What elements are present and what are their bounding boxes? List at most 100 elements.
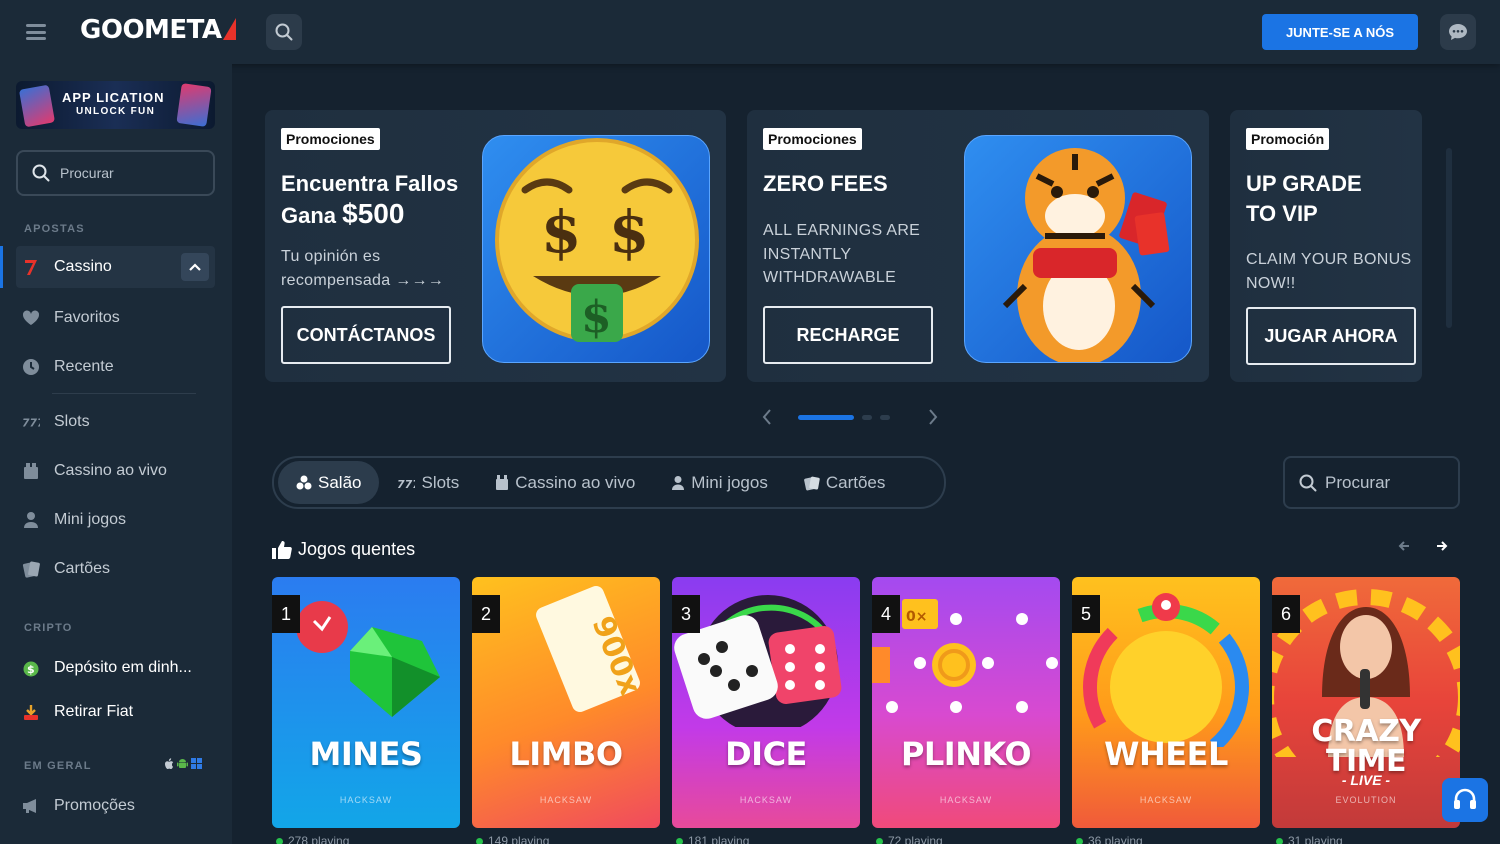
section-label-bets: APOSTAS bbox=[24, 223, 85, 235]
promo-title: Encuentra Fallos bbox=[281, 171, 459, 196]
game-card-crazy-time[interactable]: 6 CRAZY TIME - LIVE - EVOLUTION bbox=[1272, 577, 1460, 828]
arrow-right-icon[interactable] bbox=[1436, 540, 1448, 552]
game-rank: 3 bbox=[672, 595, 700, 633]
chat-button[interactable] bbox=[1440, 14, 1476, 50]
dice-icon bbox=[674, 595, 842, 727]
search-icon bbox=[275, 23, 293, 41]
apple-icon bbox=[165, 758, 174, 769]
sidebar-item-recent[interactable]: Recente bbox=[16, 346, 215, 388]
person-icon bbox=[672, 475, 685, 490]
sidebar-item-mini-games[interactable]: Mini jogos bbox=[16, 499, 215, 541]
carousel-dot[interactable] bbox=[880, 415, 890, 420]
live-casino-icon bbox=[496, 474, 509, 490]
game-card-plinko[interactable]: 0× 4 PLINKO HACKSAW bbox=[872, 577, 1060, 828]
tab-mini-games[interactable]: Mini jogos bbox=[653, 461, 786, 504]
carousel-dot[interactable] bbox=[798, 415, 854, 420]
game-card-dice[interactable]: 3 DICE HACKSAW bbox=[672, 577, 860, 828]
game-rank: 4 bbox=[872, 595, 900, 633]
cards-icon bbox=[22, 560, 40, 578]
sidebar: APP LICATION UNLOCK FUN Procurar APOSTAS… bbox=[0, 64, 232, 844]
cards-icon bbox=[803, 476, 820, 490]
svg-text:777: 777 bbox=[397, 478, 415, 489]
game-card-wheel[interactable]: 5 WHEEL HACKSAW bbox=[1072, 577, 1260, 828]
carousel-prev-arrow[interactable] bbox=[762, 408, 772, 431]
game-card-mines[interactable]: 1 MINES HACKSAW bbox=[272, 577, 460, 828]
carousel-next-arrow[interactable] bbox=[928, 408, 938, 431]
chevron-left-icon bbox=[762, 409, 771, 425]
menu-icon[interactable] bbox=[26, 24, 46, 40]
chevron-right-icon bbox=[929, 409, 938, 425]
svg-text:$: $ bbox=[27, 663, 35, 676]
playing-count: 36 playing bbox=[1076, 834, 1143, 844]
play-now-button[interactable]: JUGAR AHORA bbox=[1246, 307, 1416, 365]
sidebar-search-input[interactable]: Procurar bbox=[16, 150, 215, 196]
online-dot bbox=[1276, 837, 1283, 844]
online-dot bbox=[876, 837, 883, 844]
game-title: CRAZY TIME bbox=[1311, 714, 1421, 779]
promo-title: ZERO FEES bbox=[763, 171, 888, 196]
plinko-board-icon: 0× bbox=[872, 599, 1058, 713]
promo-subtitle: ALL EARNINGS ARE bbox=[763, 222, 921, 239]
support-button[interactable] bbox=[1442, 778, 1488, 822]
money-bag-icon: $ bbox=[22, 659, 40, 677]
collapse-button[interactable] bbox=[181, 253, 209, 281]
arrow-left-icon[interactable] bbox=[1398, 540, 1410, 552]
app-banner-title: APP LICATION bbox=[62, 90, 165, 105]
game-rank: 2 bbox=[472, 595, 500, 633]
sidebar-item-cards[interactable]: Cartões bbox=[16, 548, 215, 590]
game-provider: HACKSAW bbox=[539, 795, 593, 805]
sidebar-item-withdraw[interactable]: Retirar Fiat bbox=[16, 691, 215, 733]
tab-slots[interactable]: 777 Slots bbox=[379, 461, 477, 504]
slots-icon: 777 bbox=[22, 413, 40, 431]
recharge-button[interactable]: RECHARGE bbox=[763, 306, 933, 364]
promo-card[interactable]: Promociones ZERO FEES ALL EARNINGS ARE I… bbox=[747, 110, 1209, 382]
app-download-banner[interactable]: APP LICATION UNLOCK FUN bbox=[16, 81, 215, 129]
chevron-up-icon bbox=[189, 263, 201, 271]
promo-subtitle: NOW!! bbox=[1246, 275, 1296, 292]
game-title: MINES bbox=[309, 735, 423, 773]
promo-title-amount: Gana $500 bbox=[281, 198, 405, 229]
carousel-dot[interactable] bbox=[862, 415, 872, 420]
section-label-general: EM GERAL bbox=[24, 760, 92, 772]
join-button[interactable]: JUNTE-SE A NÓS bbox=[1262, 14, 1418, 50]
windows-icon bbox=[191, 758, 202, 769]
game-title: PLINKO bbox=[900, 735, 1032, 773]
gem-icon bbox=[296, 601, 440, 717]
tab-live-casino[interactable]: Cassino ao vivo bbox=[477, 461, 653, 504]
playing-count: 72 playing bbox=[876, 834, 943, 844]
chat-icon bbox=[1449, 24, 1467, 40]
sidebar-item-casino[interactable]: Cassino bbox=[0, 246, 215, 288]
sidebar-item-live-casino[interactable]: Cassino ao vivo bbox=[16, 450, 215, 492]
search-icon bbox=[32, 164, 50, 182]
sidebar-item-deposit[interactable]: $ Depósito em dinh... bbox=[16, 647, 215, 689]
brand-logo[interactable]: GOOMETA bbox=[80, 15, 236, 45]
promo-tag: Promoción bbox=[1246, 128, 1330, 150]
online-dot bbox=[1076, 837, 1083, 844]
svg-text:0×: 0× bbox=[906, 609, 927, 625]
game-subtitle: - LIVE - bbox=[1341, 772, 1391, 788]
games-search-input[interactable]: Procurar bbox=[1283, 456, 1460, 509]
game-card-limbo[interactable]: 900x 2 LIMBO HACKSAW bbox=[472, 577, 660, 828]
multiplier-ticket-icon: 900x bbox=[536, 586, 648, 712]
game-provider: HACKSAW bbox=[939, 795, 993, 805]
app-banner-subtitle: UNLOCK FUN bbox=[76, 106, 156, 117]
sidebar-item-promotions[interactable]: Promoções bbox=[16, 785, 215, 827]
section-label-crypto: CRIPTO bbox=[24, 622, 73, 634]
search-icon bbox=[1299, 474, 1317, 491]
sidebar-item-favorites[interactable]: Favoritos bbox=[16, 297, 215, 339]
money-face-emoji: $ $ $ bbox=[482, 135, 710, 363]
promo-tag: Promociones bbox=[281, 128, 380, 150]
promo-card[interactable]: Promoción UP GRADE TO VIP CLAIM YOUR BON… bbox=[1230, 110, 1422, 382]
promo-subtitle: INSTANTLY bbox=[763, 246, 852, 263]
tab-cards[interactable]: Cartões bbox=[786, 461, 904, 504]
promo-tag: Promociones bbox=[763, 128, 862, 150]
svg-text:$: $ bbox=[581, 292, 612, 343]
online-dot bbox=[476, 837, 483, 844]
game-rank: 5 bbox=[1072, 595, 1100, 633]
contact-button[interactable]: CONTÁCTANOS bbox=[281, 306, 451, 364]
promo-card[interactable]: Promociones Encuentra Fallos Gana $500 T… bbox=[265, 110, 726, 382]
seven-icon bbox=[22, 258, 40, 276]
sidebar-item-slots[interactable]: 777 Slots bbox=[16, 401, 215, 443]
header-search-button[interactable] bbox=[266, 14, 302, 50]
tab-lobby[interactable]: Salão bbox=[278, 461, 380, 504]
